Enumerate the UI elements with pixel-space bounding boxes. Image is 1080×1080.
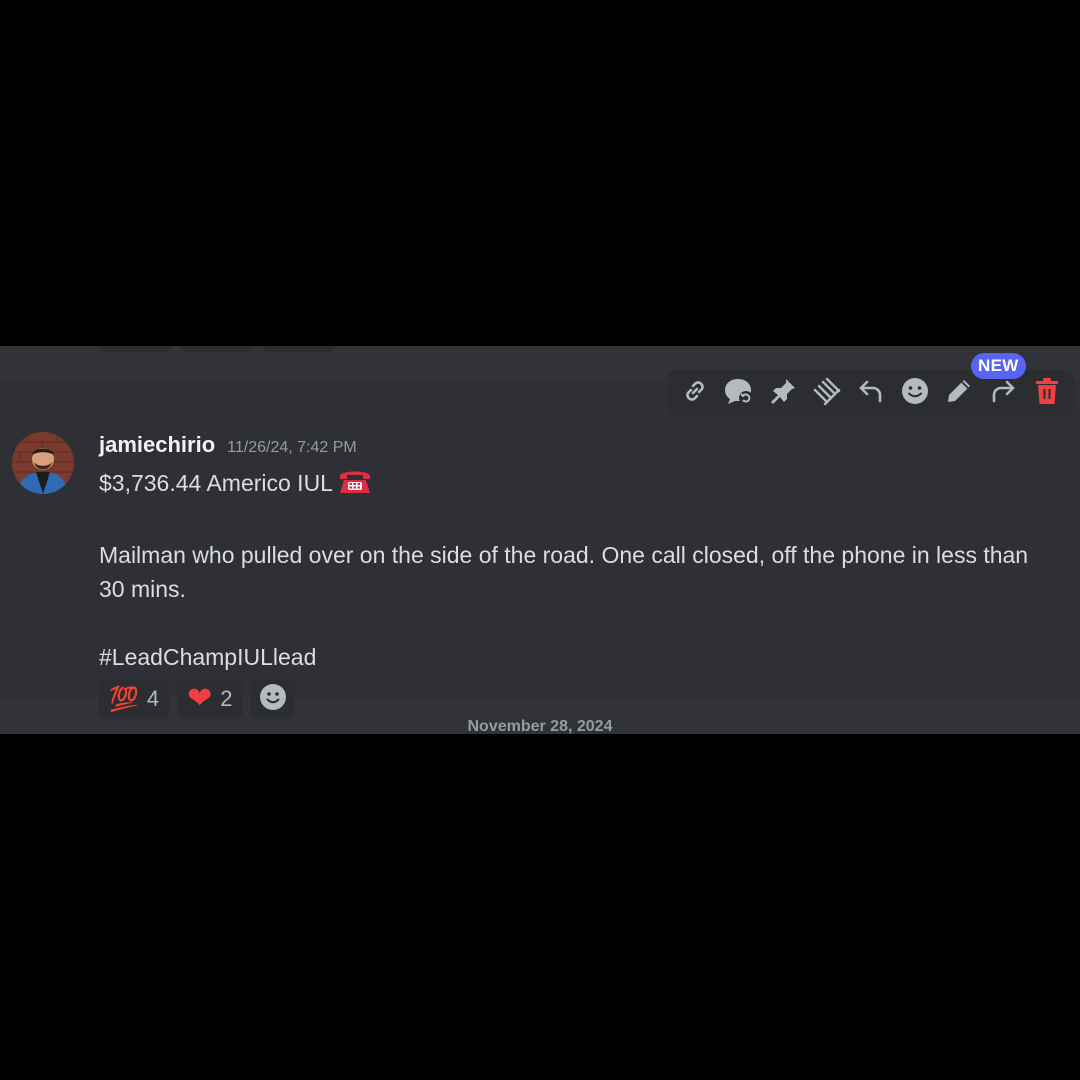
previous-message-reactions	[98, 346, 336, 352]
reply-icon	[856, 376, 886, 411]
new-badge: NEW	[971, 353, 1026, 379]
pin-button[interactable]	[766, 376, 800, 410]
message-hashtag: #LeadChampIULlead	[99, 644, 317, 670]
add-reaction-toolbar-button[interactable]	[898, 376, 932, 410]
reaction-pill[interactable]	[262, 346, 336, 352]
link-icon	[680, 376, 710, 411]
add-reaction-button[interactable]	[250, 679, 295, 719]
mark-icon	[811, 376, 843, 411]
mark-button[interactable]	[810, 376, 844, 410]
reaction-bar: 💯 4 ❤ 2	[99, 679, 295, 719]
forward-button[interactable]	[986, 376, 1020, 410]
telephone-emoji	[337, 467, 373, 504]
date-divider: November 28, 2024	[467, 718, 613, 734]
reaction-count: 2	[220, 686, 233, 711]
message-timestamp[interactable]: 11/26/24, 7:42 PM	[227, 439, 357, 457]
chat-panel: jamiechirio 11/26/24, 7:42 PM $3,736.44 …	[0, 346, 1080, 734]
edit-button[interactable]	[942, 376, 976, 410]
message-line-title: $3,736.44 Americo IUL	[99, 466, 1039, 504]
message-body: Mailman who pulled over on the side of t…	[99, 542, 1029, 602]
chat-message[interactable]: jamiechirio 11/26/24, 7:42 PM $3,736.44 …	[0, 380, 1080, 719]
reaction-count: 4	[146, 686, 160, 711]
reaction-pill[interactable]	[180, 346, 254, 352]
100-emoji: 💯	[109, 685, 139, 713]
pin-icon	[768, 376, 798, 411]
add-reaction-icon	[900, 376, 930, 411]
message-title-text: $3,736.44 Americo IUL	[99, 470, 333, 496]
reply-button[interactable]	[854, 376, 888, 410]
message-content: $3,736.44 Americo IUL Mailman who pulled…	[99, 466, 1039, 674]
forward-icon	[988, 376, 1018, 411]
thread-icon	[723, 376, 755, 411]
delete-button[interactable]	[1030, 376, 1064, 410]
reaction-pill[interactable]	[98, 346, 172, 352]
avatar[interactable]	[12, 432, 74, 494]
username[interactable]: jamiechirio	[99, 432, 215, 458]
smiley-icon	[259, 683, 287, 716]
heart-emoji: ❤	[187, 682, 213, 715]
reaction-100[interactable]: 💯 4	[99, 679, 170, 719]
trash-icon	[1032, 376, 1062, 411]
copy-link-button[interactable]	[678, 376, 712, 410]
reaction-heart[interactable]: ❤ 2	[177, 679, 243, 719]
edit-icon	[944, 376, 974, 411]
thread-button[interactable]	[722, 376, 756, 410]
message-header: jamiechirio 11/26/24, 7:42 PM	[99, 432, 357, 458]
